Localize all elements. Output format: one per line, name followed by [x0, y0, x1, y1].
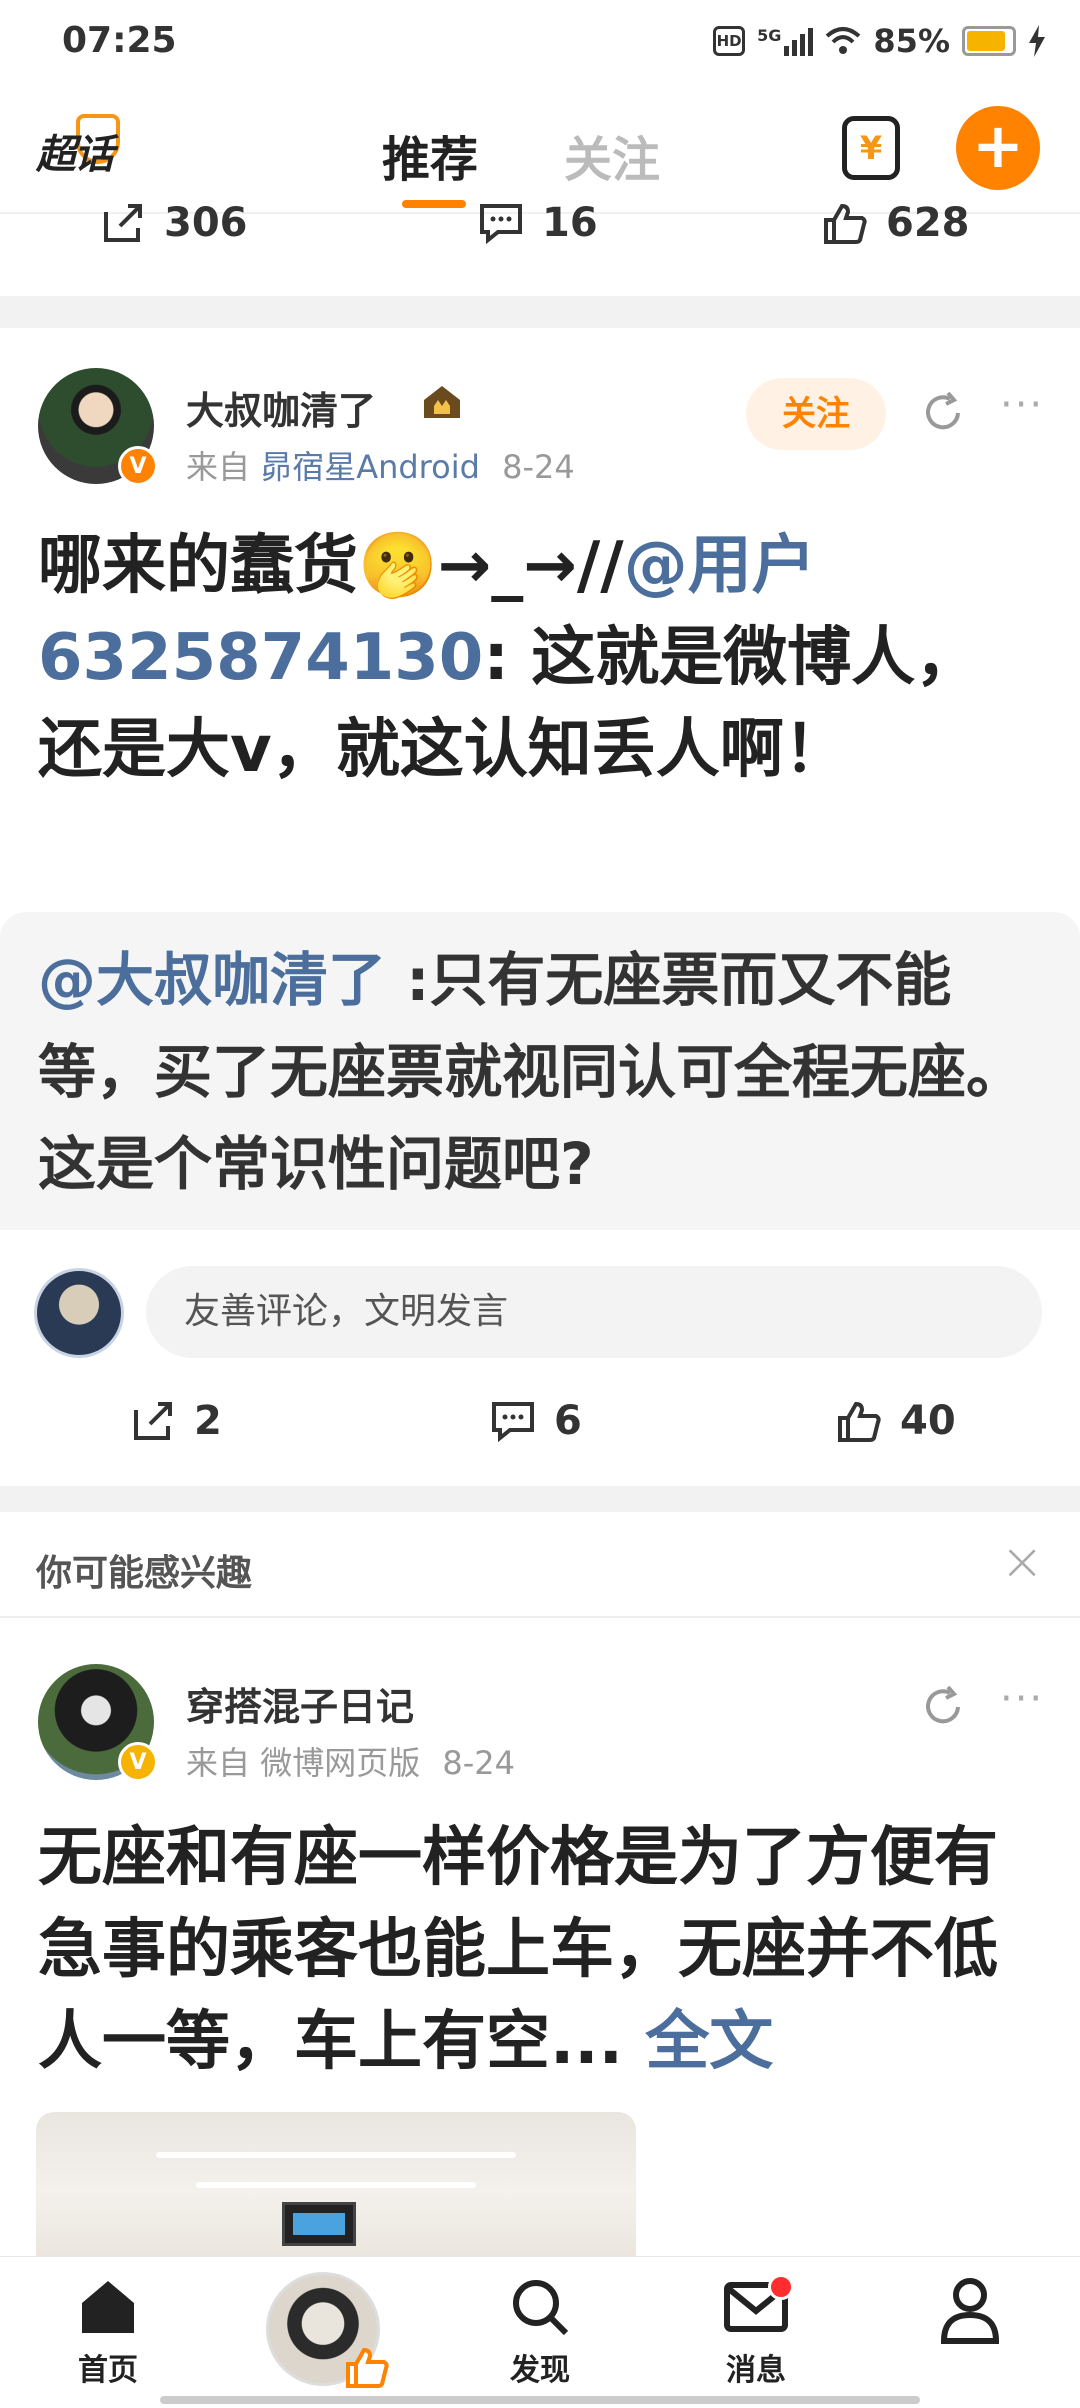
fan-badge-icon	[424, 386, 460, 418]
prev-comment-button[interactable]: 16	[478, 200, 598, 246]
tab-home[interactable]: 首页	[38, 2275, 178, 2389]
follow-button[interactable]: 关注	[746, 378, 886, 450]
train-screen	[282, 2202, 356, 2246]
thumbs-up-badge-icon	[346, 2347, 389, 2388]
home-icon	[82, 2281, 134, 2333]
status-bar: 07:25 HD 5G 85%	[0, 0, 1080, 84]
tab-profile[interactable]	[900, 2275, 1040, 2345]
wifi-icon	[826, 27, 861, 54]
post1-text-a: 哪来的蠢货🫢→_→//	[38, 529, 624, 603]
quote-text: @大叔咖清了 :只有无座票而又不能等，买了无座票就视同认可全程无座。这是个常识性…	[38, 934, 1048, 1210]
post2-body: 无座和有座一样价格是为了方便有急事的乘客也能上车，无座并不低人一等，车上有空..…	[38, 1821, 998, 2079]
hd-icon: HD	[713, 26, 746, 56]
post2-meta-from: 来自	[186, 1744, 251, 1782]
logo-text: 超话	[36, 132, 114, 178]
post1-text: 哪来的蠢货🫢→_→//@用户6325874130: 这就是微博人，还是大v，就这…	[38, 520, 1038, 796]
top-nav: 超话 推荐 关注 ¥ +	[0, 84, 1080, 214]
post2-text: 无座和有座一样价格是为了方便有急事的乘客也能上车，无座并不低人一等，车上有空..…	[38, 1812, 1038, 2088]
comment-icon	[480, 204, 522, 244]
post1-like-button[interactable]: 40	[836, 1398, 956, 1444]
post1-share-button[interactable]: 2	[130, 1398, 222, 1444]
wallet-icon[interactable]: ¥	[842, 116, 900, 180]
verified-badge-icon: V	[118, 1742, 158, 1782]
bottom-tab-bar: 首页 发现 消息	[0, 2256, 1080, 2408]
more-icon[interactable]: ···	[1000, 382, 1044, 428]
tab-active-indicator	[402, 200, 466, 208]
notification-dot	[768, 2274, 794, 2300]
interest-label: 你可能感兴趣	[36, 1553, 253, 1594]
share-icon	[104, 204, 142, 242]
prev-share-count: 306	[164, 200, 248, 246]
share-icon	[134, 1402, 172, 1440]
post2-username[interactable]: 穿搭混子日记	[186, 1676, 414, 1731]
prev-like-button[interactable]: 628	[822, 200, 970, 246]
divider-band	[0, 1486, 1080, 1512]
fulltext-link[interactable]: 全文	[645, 2005, 773, 2079]
tab-discover[interactable]: 发现	[470, 2275, 610, 2389]
quote-mention-link[interactable]: @大叔咖清了	[38, 946, 386, 1014]
charging-icon	[1029, 25, 1045, 57]
tab-follow[interactable]: 关注	[564, 120, 660, 190]
prev-share-button[interactable]: 306	[100, 200, 248, 246]
refresh-icon[interactable]	[920, 390, 966, 436]
prev-like-count: 628	[886, 200, 970, 246]
post2-meta: 来自 微博网页版 8-24	[186, 1738, 515, 1784]
post2-source[interactable]: 微博网页版	[260, 1744, 420, 1782]
interest-header: 你可能感兴趣 ×	[0, 1512, 1080, 1618]
post1-like-count: 40	[900, 1398, 956, 1444]
more-icon[interactable]: ···	[1000, 1676, 1044, 1722]
post1-comment-button[interactable]: 6	[490, 1398, 582, 1444]
status-icons: HD 5G 85%	[713, 22, 1046, 60]
post1-username[interactable]: 大叔咖清了	[186, 380, 376, 435]
compose-button[interactable]: +	[956, 106, 1040, 190]
post1-source[interactable]: 昴宿星Android	[260, 448, 480, 486]
battery-icon	[962, 26, 1016, 56]
comment-input[interactable]: 友善评论，文明发言	[146, 1266, 1042, 1358]
post1-meta: 来自 昴宿星Android 8-24	[186, 442, 575, 488]
quote-box[interactable]: @大叔咖清了 :只有无座票而又不能等，买了无座票就视同认可全程无座。这是个常识性…	[0, 912, 1080, 1230]
profile-icon	[940, 2278, 1000, 2344]
close-icon[interactable]: ×	[1000, 1532, 1044, 1592]
search-icon	[513, 2280, 569, 2336]
prev-comment-count: 16	[542, 200, 598, 246]
post1-meta-from: 来自	[186, 448, 251, 486]
tab-messages[interactable]: 消息	[686, 2275, 826, 2389]
network-label: 5G	[757, 26, 782, 45]
divider-band	[0, 296, 1080, 328]
battery-percent: 85%	[873, 22, 950, 60]
verified-badge-icon: V	[118, 446, 158, 486]
post1-share-count: 2	[194, 1398, 222, 1444]
status-time: 07:25	[62, 20, 177, 61]
post1-date: 8-24	[502, 448, 575, 486]
tab-home-label: 首页	[78, 2353, 138, 2388]
my-avatar	[34, 1268, 124, 1358]
supertopic-logo[interactable]: 超话	[36, 114, 122, 178]
home-indicator	[160, 2396, 920, 2404]
like-icon	[824, 203, 867, 244]
refresh-icon[interactable]	[920, 1684, 966, 1730]
post1-comment-count: 6	[554, 1398, 582, 1444]
tab-messages-label: 消息	[726, 2353, 786, 2388]
like-icon	[838, 1401, 881, 1442]
post2-date: 8-24	[442, 1744, 515, 1782]
tab-recommend[interactable]: 推荐	[382, 120, 478, 190]
signal-icon: 5G	[757, 26, 814, 56]
tab-discover-label: 发现	[510, 2353, 570, 2388]
comment-icon	[492, 1402, 534, 1442]
